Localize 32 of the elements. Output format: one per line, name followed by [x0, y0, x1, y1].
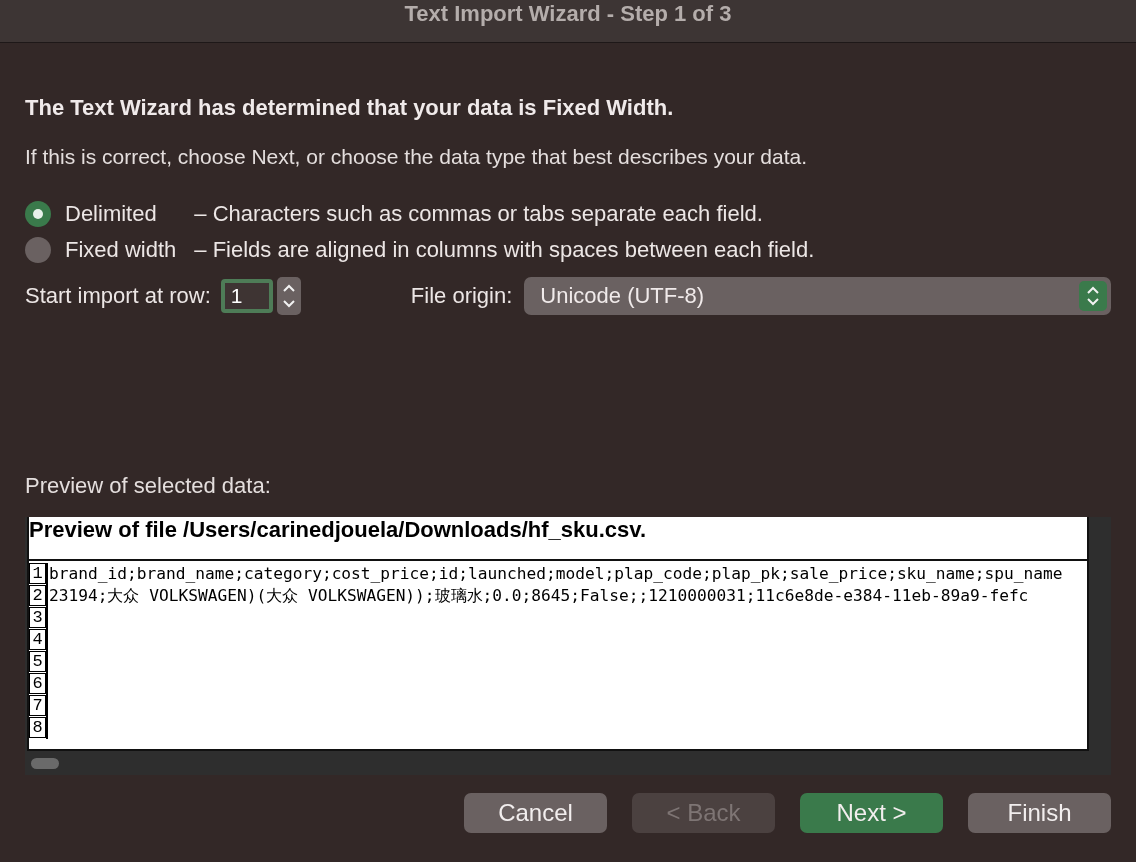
file-origin-dropdown[interactable]: Unicode (UTF-8) [524, 277, 1111, 315]
radio-button[interactable] [25, 237, 51, 263]
line-number: 1 [29, 563, 46, 584]
radio-label[interactable]: Delimited [65, 201, 177, 227]
wizard-button[interactable]: Next > [800, 793, 943, 833]
window-title: Text Import Wizard - Step 1 of 3 [404, 1, 732, 27]
row-stepper[interactable] [276, 277, 301, 315]
stepper-arrows-icon [1086, 285, 1100, 307]
line-number: 7 [29, 695, 46, 716]
data-line: brand_id;brand_name;category;cost_price;id;launched;model;plap_code;plap_pk;sale_price;sku_name;spu_name [48, 563, 1063, 585]
file-origin-value: Unicode (UTF-8) [540, 283, 705, 309]
preview-label: Preview of selected data: [25, 473, 272, 499]
wizard-button[interactable]: Finish [968, 793, 1111, 833]
option-description: – Fields are aligned in columns with spaces between each field. [194, 237, 816, 263]
option-description: – Characters such as commas or tabs separate each field. [194, 201, 764, 227]
start-row-label: Start import at row: [25, 283, 211, 309]
start-row-field[interactable]: 1 [220, 279, 273, 313]
file-origin-label: File origin: [410, 283, 513, 309]
instruction-text: If this is correct, choose Next, or choose the data type that best describes your data. [25, 145, 809, 169]
radio-button[interactable] [25, 201, 51, 227]
line-number: 4 [29, 629, 46, 650]
line-number: 5 [29, 651, 46, 672]
line-number: 6 [29, 673, 46, 694]
preview-file-title: Preview of file /Users/carinedjouela/Downloads/hf_sku.csv. [29, 517, 1087, 561]
radio-label[interactable]: Fixed width [65, 237, 177, 263]
wizard-heading: The Text Wizard has determined that your data is Fixed Width. [25, 95, 675, 121]
line-number: 2 [29, 585, 46, 606]
line-number: 8 [29, 717, 46, 738]
line-number: 3 [29, 607, 46, 628]
scrollbar-thumb[interactable] [31, 758, 59, 769]
data-line: 23194;大众 VOLKSWAGEN)(大众 VOLKSWAGEN));玻璃水;0.0;8645;False;;1210000031;11c6e8de-e384-11eb-89a9-fefc [48, 585, 1029, 607]
wizard-button[interactable]: Cancel [464, 793, 607, 833]
